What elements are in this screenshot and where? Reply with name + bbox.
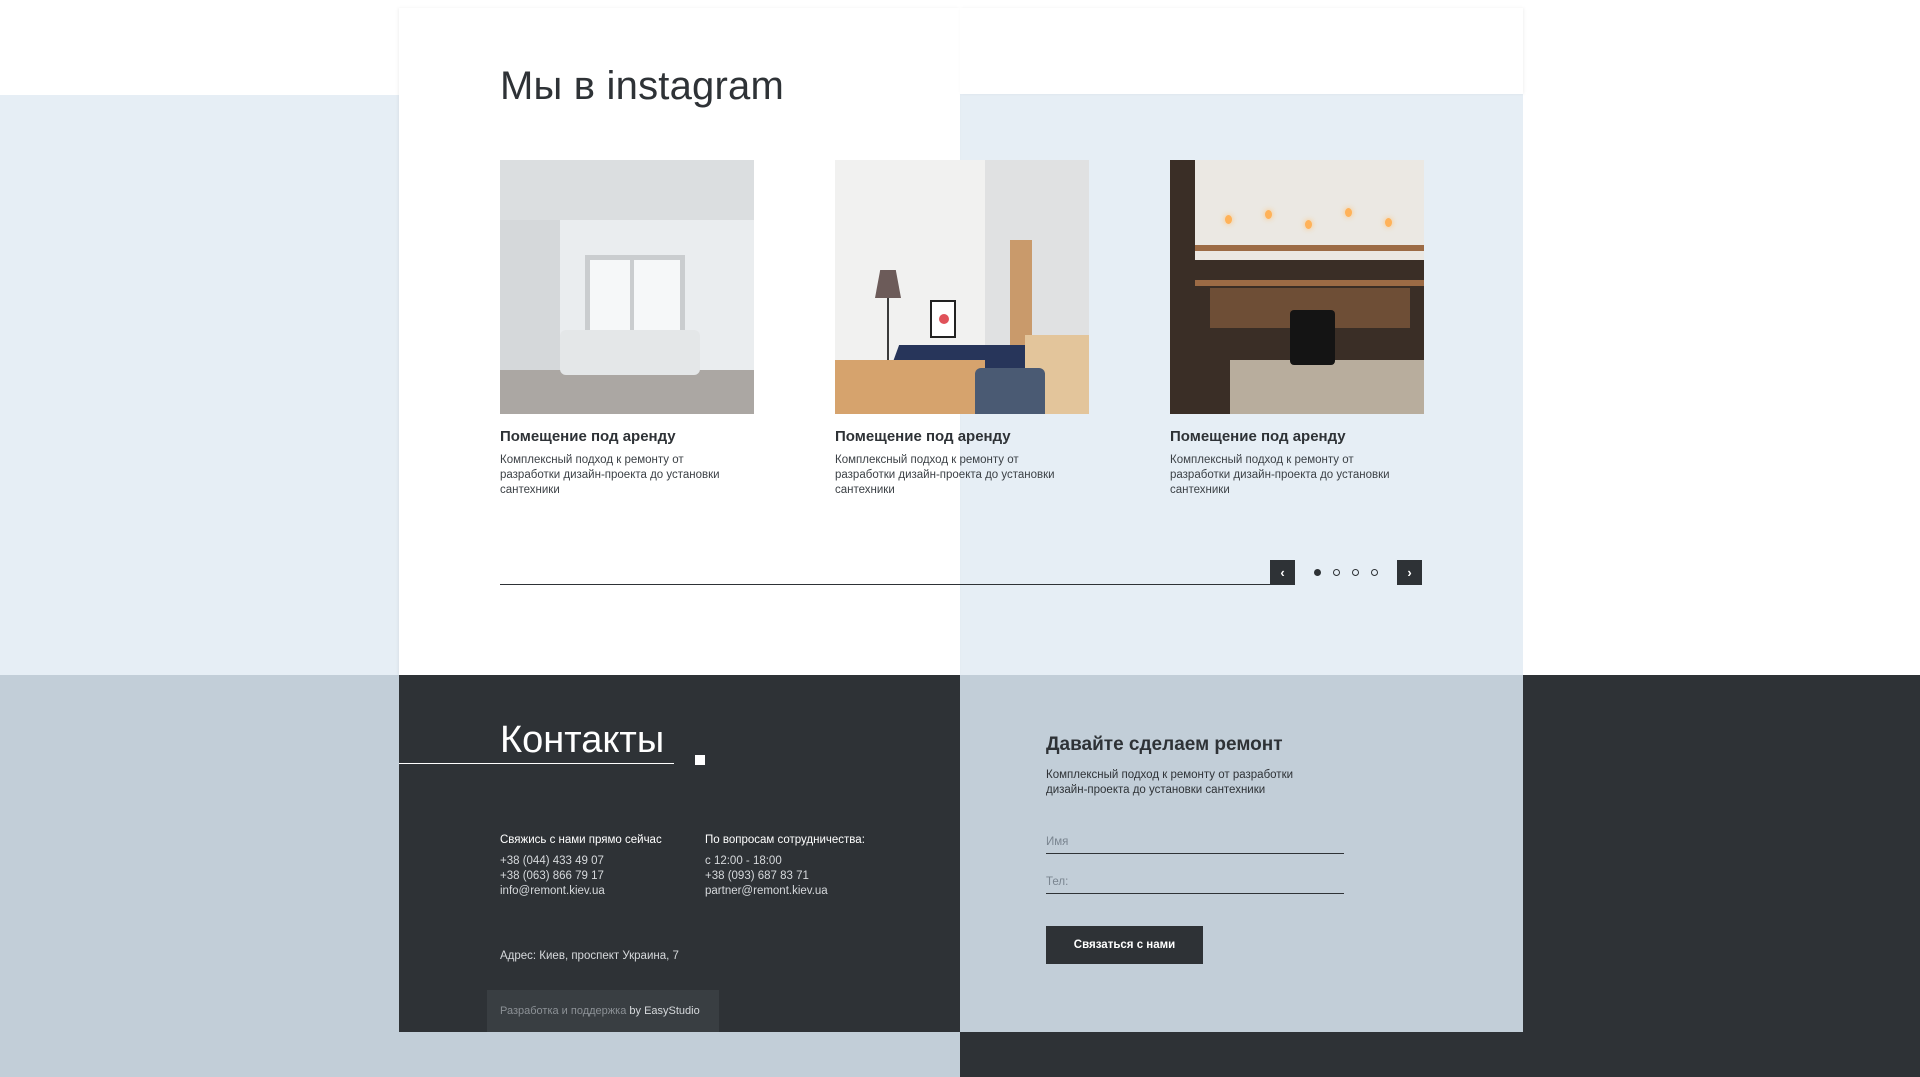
phone-link[interactable]: +38 (063) 866 79 17 xyxy=(500,869,662,884)
instagram-card[interactable]: Помещение под аренду Комплексный подход … xyxy=(500,160,754,498)
email-link[interactable]: partner@remont.kiev.ua xyxy=(705,884,865,899)
phone-link[interactable]: +38 (093) 687 83 71 xyxy=(705,869,865,884)
instagram-photo-cafe[interactable] xyxy=(1170,160,1424,414)
slider-dot[interactable] xyxy=(1333,569,1340,576)
contacts-decor-square xyxy=(695,755,705,765)
instagram-title: Мы в instagram xyxy=(500,64,784,108)
instagram-photo-bright-room[interactable] xyxy=(500,160,754,414)
contacts-title: Контакты xyxy=(500,719,665,761)
card-title: Помещение под аренду xyxy=(1170,428,1346,445)
address-text: Адрес: Киев, проспект Украина, 7 xyxy=(500,950,679,962)
instagram-panel-top-strip xyxy=(960,8,1523,94)
card-description: Комплексный подход к ремонту от разработ… xyxy=(1170,454,1390,496)
contacts-column-partners: По вопросам сотрудничества: с 12:00 - 18… xyxy=(705,833,865,899)
chevron-right-icon[interactable]: › xyxy=(1397,560,1422,585)
email-link[interactable]: info@remont.kiev.ua xyxy=(500,884,662,899)
slider-dot[interactable] xyxy=(1314,569,1321,576)
chevron-left-icon[interactable]: ‹ xyxy=(1270,560,1295,585)
phone-link[interactable]: +38 (044) 433 49 07 xyxy=(500,854,662,869)
form-title: Давайте сделаем ремонт xyxy=(1046,734,1283,755)
contacts-column-main: Свяжись с нами прямо сейчас +38 (044) 43… xyxy=(500,833,662,899)
card-description: Комплексный подход к ремонту от разработ… xyxy=(500,454,720,496)
instagram-section: Мы в instagram Помещение под аренду Комп… xyxy=(399,8,1523,675)
name-field[interactable] xyxy=(1046,830,1344,854)
phone-field[interactable] xyxy=(1046,870,1344,894)
contact-us-button[interactable]: Связаться с нами xyxy=(1046,926,1203,964)
slider-dot[interactable] xyxy=(1352,569,1359,576)
developer-credits[interactable]: Разработка и поддержка by EasyStudio xyxy=(487,990,719,1032)
working-hours: с 12:00 - 18:00 xyxy=(705,855,782,867)
contacts-section: Контакты Свяжись с нами прямо сейчас +38… xyxy=(399,675,960,1032)
slider-dot[interactable] xyxy=(1371,569,1378,576)
slider-progress-line xyxy=(500,584,1270,585)
contacts-title-underline xyxy=(399,763,674,764)
credits-brand-link[interactable]: by EasyStudio xyxy=(629,1005,699,1017)
form-description: Комплексный подход к ремонту от разработ… xyxy=(1046,769,1294,796)
instagram-card[interactable]: Помещение под аренду Комплексный подход … xyxy=(835,160,1089,498)
card-title: Помещение под аренду xyxy=(500,428,676,445)
credits-text: Разработка и поддержка xyxy=(500,1005,627,1017)
contacts-heading: По вопросам сотрудничества: xyxy=(705,834,865,846)
card-title: Помещение под аренду xyxy=(835,428,1011,445)
card-description: Комплексный подход к ремонту от разработ… xyxy=(835,454,1055,496)
instagram-photo-white-room[interactable] xyxy=(835,160,1089,414)
contacts-heading: Свяжись с нами прямо сейчас xyxy=(500,834,662,846)
instagram-card[interactable]: Помещение под аренду Комплексный подход … xyxy=(1170,160,1424,498)
contact-form-section: Давайте сделаем ремонт Комплексный подхо… xyxy=(960,675,1523,1032)
